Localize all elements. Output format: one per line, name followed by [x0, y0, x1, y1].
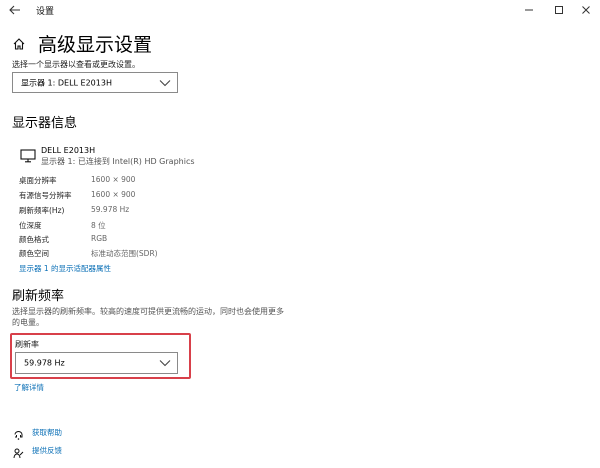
monitor-icon: [20, 148, 36, 163]
info-value: RGB: [91, 234, 108, 243]
maximize-button[interactable]: [546, 0, 572, 20]
maximize-icon: [555, 6, 563, 14]
help-icon: [13, 426, 24, 440]
display-info-heading: 显示器信息: [12, 116, 78, 131]
close-icon: [582, 6, 590, 14]
monitor-name: DELL E2013H: [41, 146, 96, 155]
refresh-rate-heading: 刷新频率: [12, 289, 65, 304]
refresh-rate-select[interactable]: 59.978 Hz: [15, 352, 178, 374]
page-title: 高级显示设置: [38, 34, 153, 56]
info-key: 颜色空间: [19, 249, 49, 258]
arrow-left-icon: [9, 5, 20, 15]
minimize-icon: [525, 9, 533, 11]
back-button[interactable]: [6, 1, 24, 19]
info-value: 1600 × 900: [91, 190, 136, 199]
info-value: 标准动态范围(SDR): [91, 249, 158, 258]
info-key: 有源信号分辨率: [19, 191, 72, 200]
info-key: 颜色格式: [19, 235, 49, 244]
home-icon: [13, 38, 25, 50]
display-select[interactable]: 显示器 1: DELL E2013H: [12, 72, 178, 93]
refresh-rate-description: 选择显示器的刷新频率。较高的速度可提供更流畅的运动，同时也会使用更多的电量。: [12, 307, 284, 327]
give-feedback-link[interactable]: 提供反馈: [32, 445, 62, 456]
info-key: 刷新频率(Hz): [19, 206, 65, 215]
info-key: 桌面分辨率: [19, 176, 57, 185]
window-title: 设置: [36, 7, 55, 17]
refresh-rate-value: 59.978 Hz: [24, 358, 65, 368]
get-help-link[interactable]: 获取帮助: [32, 427, 62, 438]
display-select-value: 显示器 1: DELL E2013H: [21, 78, 112, 87]
monitor-connection: 显示器 1: 已连接到 Intel(R) HD Graphics: [41, 157, 195, 166]
info-value: 59.978 Hz: [91, 205, 130, 214]
chevron-down-icon: [159, 79, 171, 86]
close-button[interactable]: [573, 0, 599, 20]
chevron-down-icon: [159, 360, 171, 367]
feedback-icon: [13, 444, 24, 459]
info-value: 8 位: [91, 221, 106, 230]
learn-more-link[interactable]: 了解详情: [14, 382, 44, 393]
info-key: 位深度: [19, 221, 42, 230]
adapter-properties-link[interactable]: 显示器 1 的显示适配器属性: [19, 263, 111, 274]
info-value: 1600 × 900: [91, 175, 136, 184]
minimize-button[interactable]: [516, 0, 542, 20]
display-select-prompt: 选择一个显示器以查看或更改设置。: [12, 60, 140, 69]
refresh-rate-label: 刷新率: [15, 340, 39, 349]
title-bar: 设置: [0, 0, 600, 22]
home-button[interactable]: [12, 36, 26, 50]
